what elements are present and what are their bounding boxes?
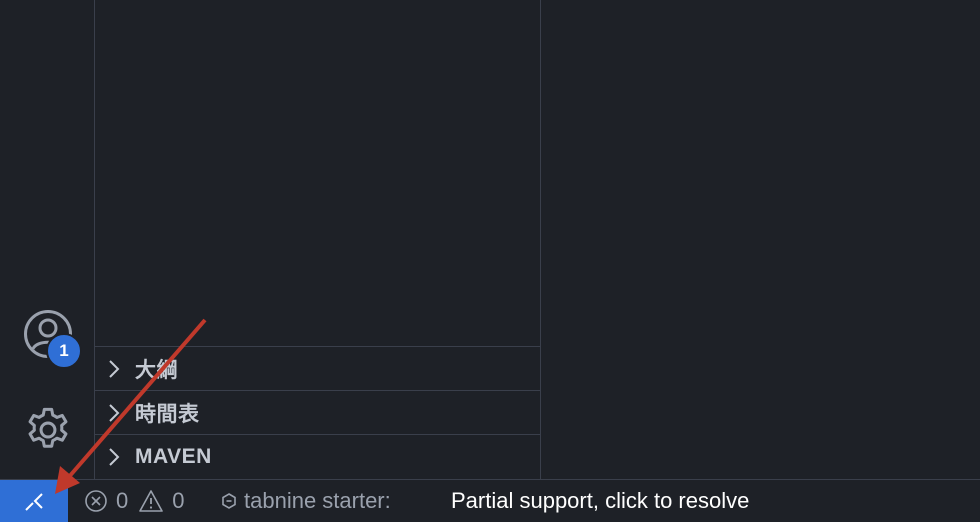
problems-indicator[interactable]: 0 0 [84, 480, 195, 522]
account-badge: 1 [46, 333, 82, 369]
maven-section-header[interactable]: MAVEN [95, 434, 540, 478]
error-icon [85, 490, 107, 512]
sidebar-panel: 大綱 時間表 MAVEN [95, 0, 541, 479]
vscode-window: 1 大綱 時間表 MAVEN 0 0 tabnine starter: Part… [0, 0, 980, 522]
timeline-section-title: 時間表 [135, 402, 200, 426]
warning-icon [139, 490, 164, 512]
warnings-count: 0 [172, 488, 185, 513]
remote-icon [25, 492, 43, 511]
chevron-right-icon [108, 446, 124, 468]
chevron-right-icon [108, 358, 124, 380]
status-bar: 0 0 tabnine starter: Partial support, cl… [0, 479, 980, 522]
gear-icon [28, 407, 68, 448]
outline-section-header[interactable]: 大綱 [95, 346, 540, 390]
tabnine-status[interactable]: tabnine starter: [222, 480, 391, 522]
timeline-section-header[interactable]: 時間表 [95, 390, 540, 434]
partial-support-message[interactable]: Partial support, click to resolve [451, 480, 749, 522]
maven-section-title: MAVEN [135, 444, 212, 468]
errors-count: 0 [116, 488, 129, 513]
tabnine-label: tabnine starter: [244, 488, 391, 513]
tabnine-icon [222, 493, 236, 509]
manage-button[interactable] [22, 404, 74, 456]
editor-area [541, 0, 980, 479]
accounts-button[interactable]: 1 [22, 308, 82, 369]
remote-indicator-button[interactable] [0, 480, 68, 522]
outline-section-title: 大綱 [135, 358, 178, 382]
activity-bar: 1 [0, 0, 95, 479]
chevron-right-icon [108, 402, 124, 424]
